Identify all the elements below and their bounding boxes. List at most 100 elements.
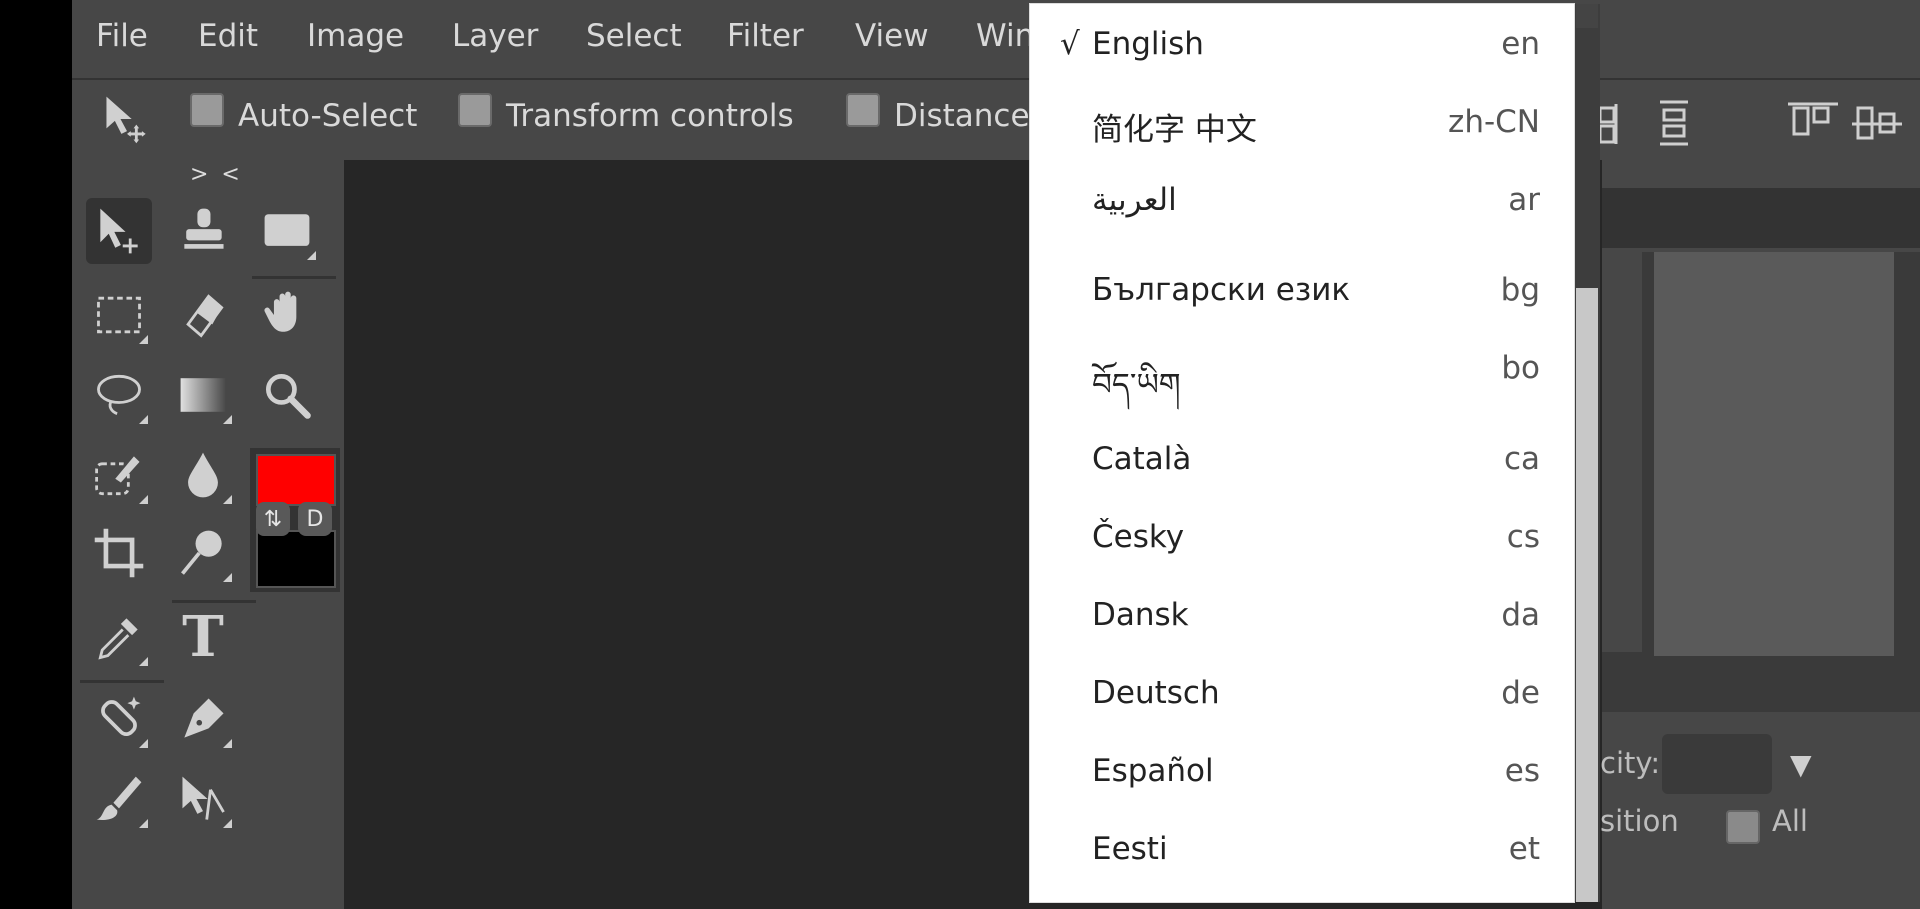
language-code: cs (1506, 519, 1540, 555)
quick-selection-tool[interactable] (86, 442, 152, 508)
hand-tool[interactable] (254, 282, 320, 348)
submenu-corner (139, 335, 148, 344)
collapse-toggle[interactable]: > < (190, 162, 243, 187)
transform-controls-checkbox[interactable]: Transform controls (458, 93, 794, 134)
submenu-corner (223, 573, 232, 582)
distances-checkbox[interactable]: Distances (846, 93, 1046, 134)
rect-select-tool[interactable] (86, 282, 152, 348)
language-code: de (1501, 675, 1540, 711)
distances-label: Distances (894, 98, 1046, 134)
language-label: Deutsch (1092, 675, 1220, 711)
language-label: Español (1092, 753, 1214, 789)
language-item-ar[interactable]: العربية ar (1030, 170, 1574, 240)
menubar: File Edit Image Layer Select Filter View… (72, 0, 1920, 80)
language-label: العربية (1092, 182, 1177, 218)
scrollbar-top (1576, 4, 1598, 28)
menu-filter[interactable]: Filter (727, 18, 804, 54)
submenu-corner (223, 739, 232, 748)
menu-window[interactable]: Win (976, 18, 1034, 54)
opacity-input[interactable] (1662, 734, 1772, 794)
language-label: 简化字 中文 (1092, 112, 1257, 148)
language-item-et[interactable]: Eesti et (1030, 819, 1574, 889)
submenu-corner (223, 495, 232, 504)
photo-editor-app: File Edit Image Layer Select Filter View… (72, 0, 1920, 909)
gradient-tool[interactable] (170, 362, 236, 428)
submenu-corner (139, 415, 148, 424)
auto-select-checkbox[interactable]: Auto-Select (190, 93, 418, 134)
menu-layer[interactable]: Layer (452, 18, 538, 54)
language-item-en[interactable]: √ English en (1030, 14, 1574, 84)
menu-image[interactable]: Image (307, 18, 404, 54)
menu-select[interactable]: Select (586, 18, 682, 54)
language-item-cs[interactable]: Česky cs (1030, 507, 1574, 577)
pen-tool[interactable] (170, 686, 236, 752)
lasso-tool[interactable] (86, 362, 152, 428)
move-tool[interactable] (86, 198, 152, 264)
magnifier-icon (266, 374, 311, 419)
eyedropper-tool[interactable] (86, 604, 152, 670)
background-color-swatch[interactable] (256, 530, 336, 588)
language-label: Български език (1092, 272, 1351, 308)
language-item-bg[interactable]: Български език bg (1030, 260, 1574, 330)
language-item-bo[interactable]: བོད་ཡིག bo (1030, 338, 1574, 408)
submenu-corner (307, 251, 316, 260)
type-tool[interactable]: T (170, 604, 236, 670)
checkbox-box[interactable] (458, 93, 492, 127)
language-label: Català (1092, 441, 1192, 477)
menu-file[interactable]: File (96, 18, 148, 54)
language-item-ca[interactable]: Català ca (1030, 429, 1574, 499)
foreground-color-swatch[interactable] (256, 454, 336, 506)
scrollbar-thumb[interactable] (1576, 288, 1598, 902)
language-code: es (1504, 753, 1540, 789)
stamp-icon (184, 208, 224, 249)
rectangle-shape-tool[interactable] (254, 198, 320, 264)
lock-all-checkbox[interactable] (1726, 810, 1760, 844)
checkbox-box[interactable] (846, 93, 880, 127)
zoom-tool[interactable] (254, 362, 320, 428)
separator (172, 600, 256, 603)
eraser-icon (186, 294, 224, 338)
menu-view[interactable]: View (855, 18, 929, 54)
language-code: ar (1508, 182, 1540, 218)
language-item-da[interactable]: Dansk da (1030, 585, 1574, 655)
submenu-corner (139, 739, 148, 748)
opacity-dropdown-icon[interactable]: ▼ (1790, 748, 1812, 781)
move-tool-options-icon (94, 86, 160, 152)
clone-stamp-tool[interactable] (170, 198, 236, 264)
align-icons[interactable] (1598, 98, 1920, 148)
submenu-corner (139, 657, 148, 666)
language-label: Eesti (1092, 831, 1168, 867)
language-label: English (1092, 26, 1204, 62)
brush-tool[interactable] (86, 766, 152, 832)
dodge-tool[interactable] (170, 520, 236, 586)
crop-tool[interactable] (86, 520, 152, 586)
panel-divider (1602, 652, 1920, 712)
navigator-preview (1654, 252, 1894, 656)
menu-edit[interactable]: Edit (198, 18, 258, 54)
swap-colors-button[interactable]: ⇅ (256, 502, 290, 536)
healing-brush-tool[interactable] (86, 686, 152, 752)
opacity-label: city: (1600, 746, 1661, 780)
submenu-corner (139, 819, 148, 828)
transform-controls-label: Transform controls (506, 98, 794, 134)
toolbox: > < ⇅ D T (72, 160, 342, 909)
panel-header (1602, 188, 1920, 248)
language-label: Česky (1092, 519, 1185, 555)
checkmark-icon: √ (1060, 26, 1080, 62)
language-code: bg (1500, 272, 1540, 308)
checkbox-box[interactable] (190, 93, 224, 127)
default-colors-button[interactable]: D (298, 502, 332, 536)
language-item-es[interactable]: Español es (1030, 741, 1574, 811)
language-item-zh-cn[interactable]: 简化字 中文 zh-CN (1030, 92, 1574, 162)
blur-tool[interactable] (170, 442, 236, 508)
lock-position-label: sition (1600, 804, 1679, 838)
language-label: བོད་ཡིག (1092, 367, 1181, 403)
auto-select-label: Auto-Select (238, 98, 418, 134)
crop-icon (94, 528, 144, 578)
language-menu: √ English en 简化字 中文 zh-CN العربية ar Бъл… (1030, 4, 1574, 902)
language-code: bo (1501, 350, 1540, 386)
submenu-corner (139, 495, 148, 504)
path-select-tool[interactable] (170, 766, 236, 832)
language-item-de[interactable]: Deutsch de (1030, 663, 1574, 733)
eraser-tool[interactable] (170, 282, 236, 348)
